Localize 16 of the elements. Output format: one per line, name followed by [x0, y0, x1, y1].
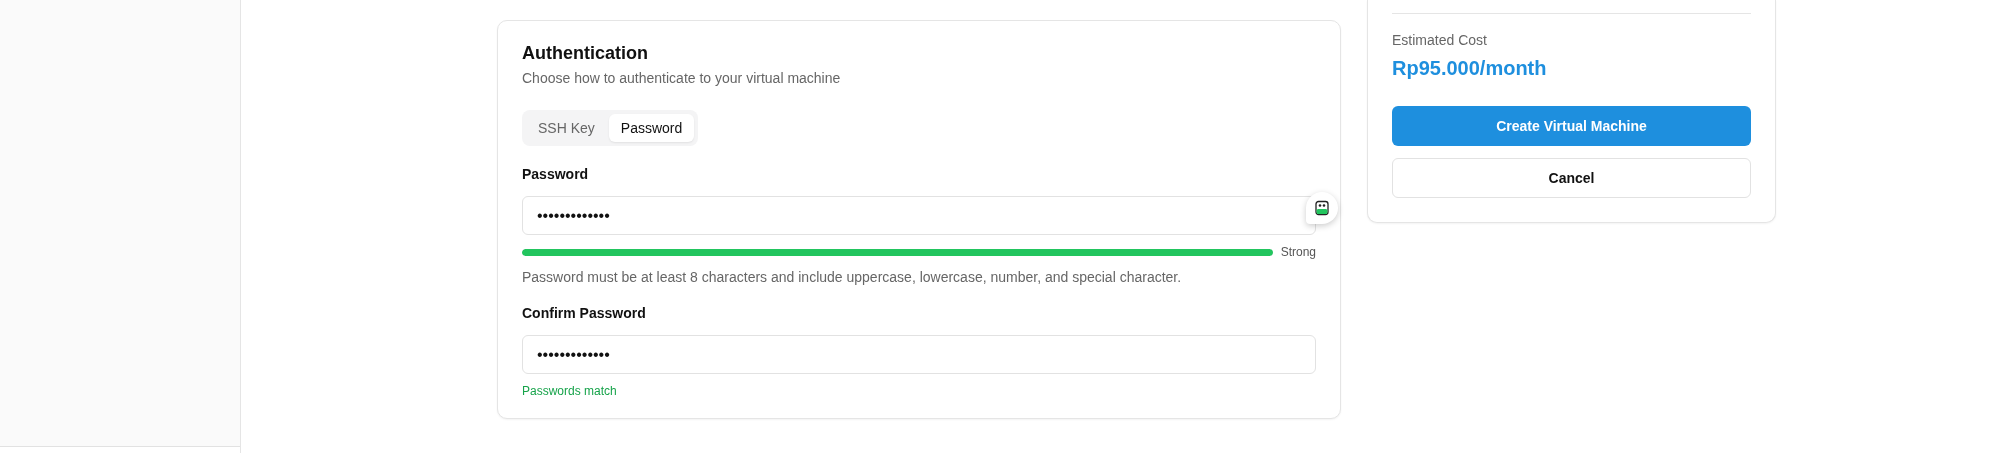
password-manager-button[interactable] [1306, 192, 1338, 224]
password-field[interactable]: ••••••••••••• [522, 196, 1316, 235]
match-message: Passwords match [522, 384, 618, 398]
section-title: Authentication [522, 43, 649, 64]
field-label: Confirm Password [522, 305, 647, 321]
field-label: Password [522, 166, 590, 182]
confirm-password-field[interactable]: ••••••••••••• [522, 335, 1316, 374]
section-subtitle: Choose how to authenticate to your virtual machine [522, 70, 842, 86]
strength-label: Strong [1280, 245, 1316, 259]
auth-tab[interactable]: Password [608, 114, 695, 142]
robot-face-icon [1314, 200, 1330, 216]
password-hint: Password must be at least 8 characters and include uppercase, lowercase, number, and special character. [522, 269, 1183, 285]
cancel-button[interactable]: Cancel [1392, 158, 1751, 198]
cost-value: Rp95.000/month [1392, 57, 1548, 80]
auth-tab[interactable]: SSH Key [526, 114, 607, 142]
cost-label: Estimated Cost [1392, 32, 1488, 48]
